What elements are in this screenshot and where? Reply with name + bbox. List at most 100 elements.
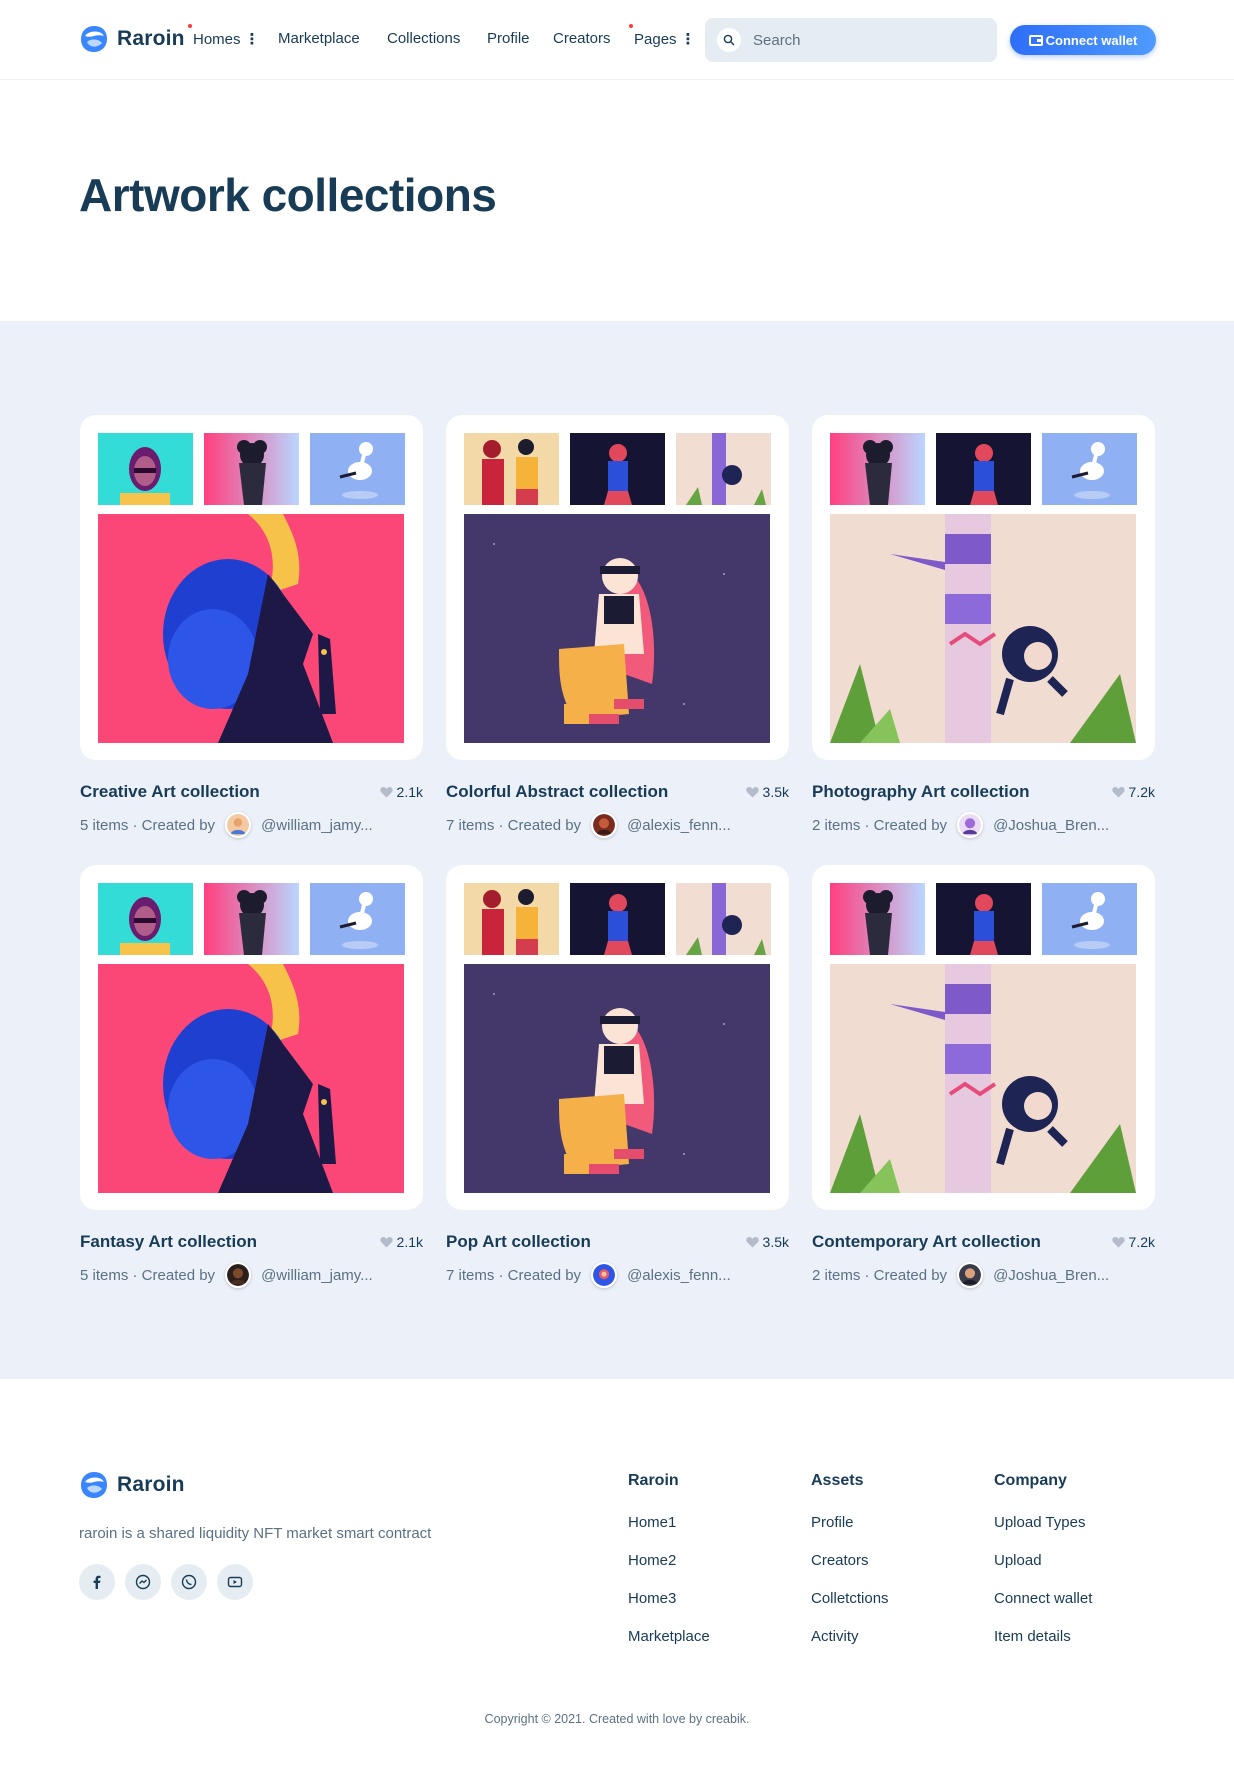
- collection-gallery[interactable]: [812, 865, 1155, 1210]
- thumbnail-image[interactable]: [936, 433, 1031, 505]
- creator-handle[interactable]: @Joshua_Bren...: [993, 1267, 1109, 1284]
- likes-value: 3.5k: [762, 784, 789, 800]
- collection-card[interactable]: Fantasy Art collection 2.1k 5 items · Cr…: [80, 865, 423, 1288]
- footer-brand-name: Raroin: [117, 1473, 185, 1496]
- search-icon[interactable]: [717, 28, 741, 52]
- thumbnail-image[interactable]: [676, 433, 771, 505]
- thumbnail-image[interactable]: [204, 883, 299, 955]
- likes-count[interactable]: 3.5k: [745, 1234, 789, 1250]
- search-input[interactable]: [753, 31, 973, 49]
- brand-logo[interactable]: Raroin: [79, 24, 185, 54]
- nav-item-homes[interactable]: Homes ⋮: [188, 24, 260, 48]
- collection-title[interactable]: Photography Art collection: [812, 782, 1030, 802]
- footer-column-assets: Assets Profile Creators Colletctions Act…: [811, 1472, 889, 1645]
- thumbnail-image[interactable]: [98, 433, 193, 505]
- nav-item-profile[interactable]: Profile: [487, 30, 530, 47]
- likes-count[interactable]: 7.2k: [1111, 1234, 1155, 1250]
- footer-link[interactable]: Home2: [628, 1552, 676, 1569]
- creator-handle[interactable]: @william_jamy...: [261, 1267, 373, 1284]
- footer-link[interactable]: Creators: [811, 1552, 869, 1569]
- likes-count[interactable]: 3.5k: [745, 784, 789, 800]
- nav-label: Pages: [634, 31, 677, 48]
- likes-value: 2.1k: [396, 1234, 423, 1250]
- thumbnail-image[interactable]: [570, 433, 665, 505]
- thumbnail-image[interactable]: [464, 883, 559, 955]
- footer-link[interactable]: Home3: [628, 1590, 676, 1607]
- likes-value: 7.2k: [1128, 784, 1155, 800]
- nav-item-pages[interactable]: Pages ⋮: [629, 24, 696, 48]
- thumbnail-image[interactable]: [310, 883, 405, 955]
- thumbnail-image[interactable]: [936, 883, 1031, 955]
- avatar[interactable]: [591, 812, 618, 838]
- footer-link[interactable]: Profile: [811, 1514, 854, 1531]
- thumbnail-image[interactable]: [1042, 433, 1137, 505]
- collection-cover-image[interactable]: [464, 964, 770, 1193]
- collection-card[interactable]: Contemporary Art collection 7.2k 2 items…: [812, 865, 1155, 1288]
- items-label: 2 items · Created by: [812, 816, 948, 834]
- avatar[interactable]: [225, 1262, 252, 1288]
- collection-cover-image[interactable]: [830, 964, 1136, 1193]
- footer-link[interactable]: Upload Types: [994, 1514, 1085, 1531]
- avatar[interactable]: [957, 1262, 984, 1288]
- thumbnail-image[interactable]: [830, 883, 925, 955]
- likes-value: 3.5k: [762, 1234, 789, 1250]
- creator-handle[interactable]: @Joshua_Bren...: [993, 817, 1109, 834]
- creator-handle[interactable]: @alexis_fenn...: [627, 817, 731, 834]
- likes-count[interactable]: 2.1k: [379, 784, 423, 800]
- footer-brand-logo[interactable]: Raroin: [79, 1470, 185, 1500]
- connect-wallet-button[interactable]: Connect wallet: [1010, 25, 1156, 55]
- whatsapp-icon[interactable]: [171, 1564, 207, 1600]
- thumbnail-image[interactable]: [1042, 883, 1137, 955]
- collection-title[interactable]: Colorful Abstract collection: [446, 782, 668, 802]
- collection-title[interactable]: Creative Art collection: [80, 782, 260, 802]
- footer-link[interactable]: Item details: [994, 1628, 1071, 1645]
- thumbnail-image[interactable]: [570, 883, 665, 955]
- collection-card[interactable]: Photography Art collection 7.2k 2 items …: [812, 415, 1155, 838]
- collection-cover-image[interactable]: [98, 514, 404, 743]
- collection-card[interactable]: Colorful Abstract collection 3.5k 7 item…: [446, 415, 789, 838]
- collection-gallery[interactable]: [80, 415, 423, 760]
- brand-name: Raroin: [117, 27, 185, 50]
- nav-item-collections[interactable]: Collections: [387, 30, 460, 47]
- thumbnail-image[interactable]: [204, 433, 299, 505]
- footer-link[interactable]: Marketplace: [628, 1628, 710, 1645]
- creator-handle[interactable]: @william_jamy...: [261, 817, 373, 834]
- thumbnail-image[interactable]: [830, 433, 925, 505]
- footer-link[interactable]: Colletctions: [811, 1590, 889, 1607]
- facebook-icon[interactable]: [79, 1564, 115, 1600]
- messenger-icon[interactable]: [125, 1564, 161, 1600]
- collection-meta: 7 items · Created by @alexis_fenn...: [446, 812, 731, 838]
- collection-title[interactable]: Pop Art collection: [446, 1232, 591, 1252]
- nav-item-creators[interactable]: Creators: [553, 30, 611, 47]
- thumbnail-image[interactable]: [98, 883, 193, 955]
- heart-icon: [1111, 787, 1125, 798]
- thumbnail-image[interactable]: [676, 883, 771, 955]
- likes-count[interactable]: 2.1k: [379, 1234, 423, 1250]
- likes-count[interactable]: 7.2k: [1111, 784, 1155, 800]
- collection-card[interactable]: Pop Art collection 3.5k 7 items · Create…: [446, 865, 789, 1288]
- footer-link[interactable]: Upload: [994, 1552, 1042, 1569]
- avatar[interactable]: [591, 1262, 618, 1288]
- collection-title[interactable]: Contemporary Art collection: [812, 1232, 1041, 1252]
- collection-gallery[interactable]: [812, 415, 1155, 760]
- avatar[interactable]: [225, 812, 252, 838]
- collection-cover-image[interactable]: [464, 514, 770, 743]
- nav-item-marketplace[interactable]: Marketplace: [278, 30, 360, 47]
- creator-handle[interactable]: @alexis_fenn...: [627, 1267, 731, 1284]
- collection-gallery[interactable]: [80, 865, 423, 1210]
- collection-cover-image[interactable]: [98, 964, 404, 1193]
- footer-link[interactable]: Home1: [628, 1514, 676, 1531]
- footer-link[interactable]: Connect wallet: [994, 1590, 1092, 1607]
- items-label: 7 items · Created by: [446, 1266, 582, 1284]
- collection-card[interactable]: Creative Art collection 2.1k 5 items · C…: [80, 415, 423, 838]
- thumbnail-image[interactable]: [310, 433, 405, 505]
- youtube-icon[interactable]: [217, 1564, 253, 1600]
- collection-meta: 2 items · Created by @Joshua_Bren...: [812, 812, 1109, 838]
- thumbnail-image[interactable]: [464, 433, 559, 505]
- collection-gallery[interactable]: [446, 415, 789, 760]
- collection-title[interactable]: Fantasy Art collection: [80, 1232, 257, 1252]
- footer-link[interactable]: Activity: [811, 1628, 859, 1645]
- avatar[interactable]: [957, 812, 984, 838]
- collection-cover-image[interactable]: [830, 514, 1136, 743]
- collection-gallery[interactable]: [446, 865, 789, 1210]
